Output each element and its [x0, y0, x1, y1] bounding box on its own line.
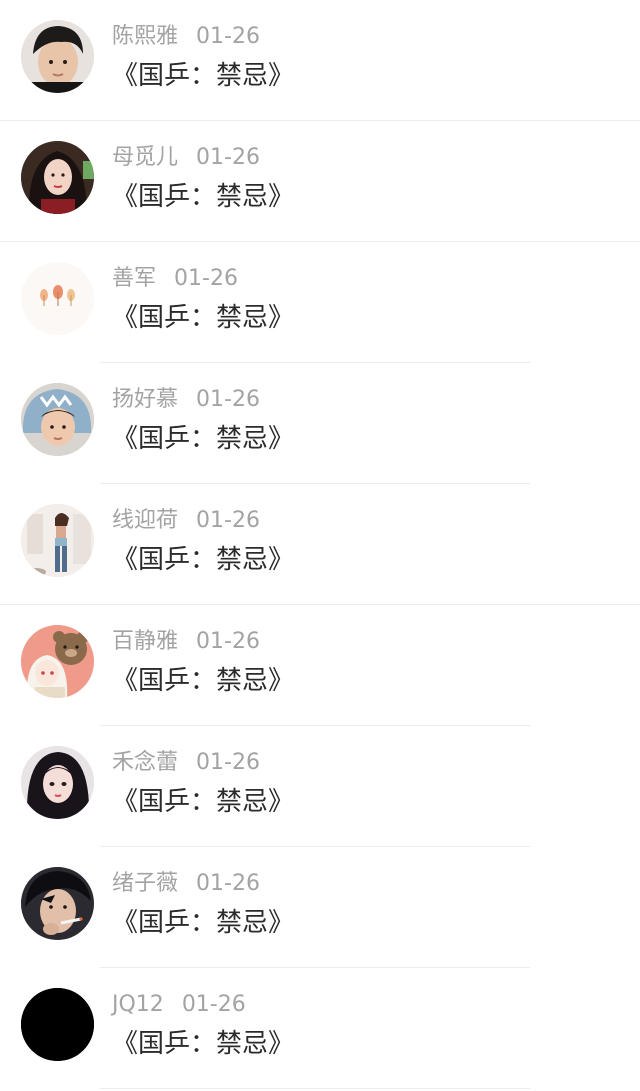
post-date: 01-26 — [196, 750, 260, 775]
item-title[interactable]: 《国乒：禁忌》 — [112, 784, 294, 820]
item-meta: 百静雅 01-26 — [112, 627, 260, 657]
item-title[interactable]: 《国乒：禁忌》 — [112, 663, 294, 699]
author-name[interactable]: 母觅儿 — [112, 145, 178, 170]
avatar-anime-bear-icon[interactable] — [21, 625, 94, 698]
list-item[interactable]: 善军 01-26 《国乒：禁忌》 — [0, 242, 640, 363]
post-date: 01-26 — [196, 871, 260, 896]
post-date: 01-26 — [174, 266, 238, 291]
item-meta: 善军 01-26 — [112, 264, 238, 294]
list-item[interactable]: 陈熙雅 01-26 《国乒：禁忌》 — [0, 0, 640, 121]
item-title[interactable]: 《国乒：禁忌》 — [112, 179, 294, 215]
item-meta: 禾念蕾 01-26 — [112, 748, 260, 778]
post-date: 01-26 — [196, 508, 260, 533]
item-title[interactable]: 《国乒：禁忌》 — [112, 421, 294, 457]
feed-list: 陈熙雅 01-26 《国乒：禁忌》 母觅儿 01-26 《国乒：禁忌》 善军 0… — [0, 0, 640, 1089]
list-item[interactable]: 绪子薇 01-26 《国乒：禁忌》 — [0, 847, 640, 968]
post-date: 01-26 — [196, 629, 260, 654]
item-title[interactable]: 《国乒：禁忌》 — [112, 542, 294, 578]
avatar-woman-long-hair-icon[interactable] — [21, 141, 94, 214]
list-item[interactable]: 百静雅 01-26 《国乒：禁忌》 — [0, 605, 640, 726]
list-item[interactable]: 母觅儿 01-26 《国乒：禁忌》 — [0, 121, 640, 242]
author-name[interactable]: 线迎荷 — [112, 508, 178, 533]
author-name[interactable]: 绪子薇 — [112, 871, 178, 896]
avatar-man-smoking-icon[interactable] — [21, 867, 94, 940]
author-name[interactable]: 陈熙雅 — [112, 24, 178, 49]
list-item[interactable]: 禾念蕾 01-26 《国乒：禁忌》 — [0, 726, 640, 847]
item-meta: 母觅儿 01-26 — [112, 143, 260, 173]
avatar-autumn-leaves-icon[interactable] — [21, 262, 94, 335]
author-name[interactable]: 百静雅 — [112, 629, 178, 654]
item-meta: 扬好慕 01-26 — [112, 385, 260, 415]
divider — [100, 1088, 530, 1089]
item-title[interactable]: 《国乒：禁忌》 — [112, 905, 294, 941]
item-title[interactable]: 《国乒：禁忌》 — [112, 300, 294, 336]
list-item[interactable]: 线迎荷 01-26 《国乒：禁忌》 — [0, 484, 640, 605]
avatar-girl-dark-hair-icon[interactable] — [21, 746, 94, 819]
item-meta: 线迎荷 01-26 — [112, 506, 260, 536]
item-title[interactable]: 《国乒：禁忌》 — [112, 1026, 294, 1062]
list-item[interactable]: JQ12 01-26 《国乒：禁忌》 — [0, 968, 640, 1089]
post-date: 01-26 — [181, 992, 246, 1017]
post-date: 01-26 — [196, 145, 260, 170]
list-item[interactable]: 扬好慕 01-26 《国乒：禁忌》 — [0, 363, 640, 484]
author-name[interactable]: 禾念蕾 — [112, 750, 178, 775]
avatar-woman-standing-icon[interactable] — [21, 504, 94, 577]
post-date: 01-26 — [196, 24, 260, 49]
author-name[interactable]: JQ12 — [112, 992, 164, 1017]
item-meta: 绪子薇 01-26 — [112, 869, 260, 899]
item-meta: JQ12 01-26 — [112, 990, 246, 1020]
item-meta: 陈熙雅 01-26 — [112, 22, 260, 52]
post-date: 01-26 — [196, 387, 260, 412]
avatar-black-circle-icon[interactable] — [21, 988, 94, 1061]
author-name[interactable]: 扬好慕 — [112, 387, 178, 412]
item-title[interactable]: 《国乒：禁忌》 — [112, 58, 294, 94]
avatar-young-man-icon[interactable] — [21, 20, 94, 93]
author-name[interactable]: 善军 — [112, 266, 156, 291]
avatar-child-shark-hood-icon[interactable] — [21, 383, 94, 456]
